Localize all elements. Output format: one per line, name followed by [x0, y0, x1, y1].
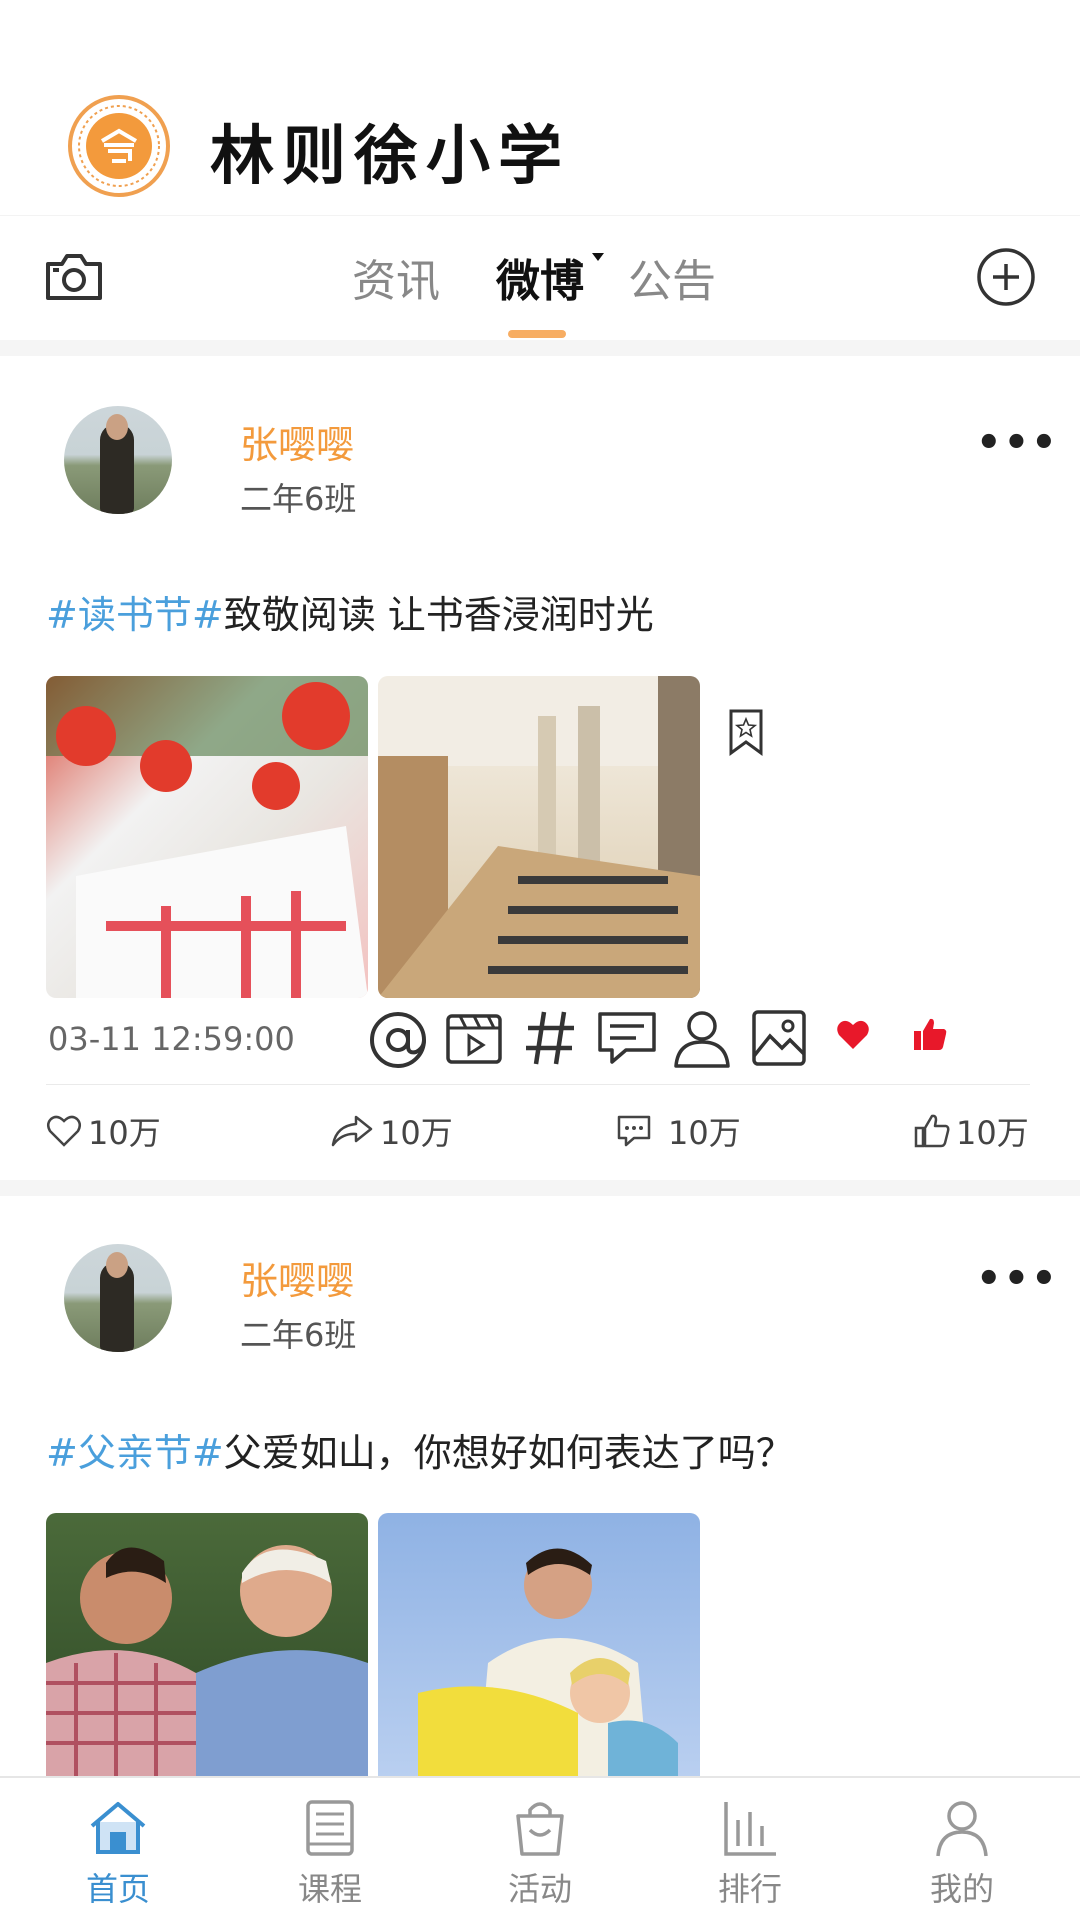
- more-options-button[interactable]: •••: [976, 1256, 1059, 1302]
- user-icon[interactable]: [672, 1008, 732, 1070]
- stats-divider: [46, 1084, 1030, 1085]
- post-content: #父亲节#父爱如山，你想好如何表达了吗？: [46, 1422, 794, 1477]
- nav-ranking[interactable]: 排行: [670, 1778, 830, 1920]
- hashtag-icon[interactable]: [522, 1008, 578, 1068]
- thumbs-up-filled-icon[interactable]: [912, 1016, 948, 1052]
- post-image[interactable]: [46, 676, 368, 998]
- nav-profile[interactable]: 我的: [882, 1778, 1042, 1920]
- comment-bubble-icon[interactable]: [596, 1008, 658, 1068]
- school-logo: [68, 95, 170, 197]
- profile-icon: [936, 1801, 988, 1857]
- nav-label: 活动: [507, 1870, 572, 1908]
- nav-label: 首页: [85, 1870, 150, 1908]
- dropdown-caret-icon[interactable]: [592, 253, 604, 261]
- post-card: 张嘤嘤 二年6班 ••• #父亲节#父爱如山，你想好如何表达了吗？: [0, 1196, 1080, 1776]
- post-author-class: 二年6班: [240, 480, 357, 518]
- post-hashtag[interactable]: #父亲节#: [46, 1431, 224, 1475]
- thumbs-count: 10万: [956, 1114, 1029, 1152]
- school-name: 林则徐小学: [210, 119, 570, 194]
- tab-weibo[interactable]: 微博: [496, 245, 584, 309]
- like-count: 10万: [88, 1114, 161, 1152]
- post-image[interactable]: [378, 1513, 700, 1776]
- camera-icon[interactable]: [44, 250, 104, 302]
- comment-icon: [617, 1115, 651, 1147]
- home-icon: [90, 1802, 146, 1854]
- post-content: #读书节#致敬阅读 让书香浸润时光: [46, 584, 654, 639]
- share-icon: [331, 1115, 373, 1147]
- share-stat[interactable]: 10万: [330, 1108, 453, 1154]
- bar-chart-icon: [724, 1802, 776, 1856]
- bookmark-icon[interactable]: [728, 708, 764, 756]
- heart-filled-icon[interactable]: [836, 1018, 870, 1052]
- add-icon[interactable]: [976, 247, 1036, 307]
- share-count: 10万: [380, 1114, 453, 1152]
- post-image[interactable]: [46, 1513, 368, 1776]
- nav-label: 课程: [297, 1870, 362, 1908]
- heart-icon: [47, 1115, 81, 1147]
- post-text: 父爱如山，你想好如何表达了吗？: [223, 1431, 794, 1475]
- section-divider: [0, 340, 1080, 356]
- mention-icon[interactable]: [366, 1008, 430, 1072]
- shopping-bag-icon: [516, 1802, 564, 1856]
- tab-notice[interactable]: 公告: [628, 245, 716, 309]
- post-time: 03-11 12:59:00: [48, 1020, 295, 1058]
- post-author-class: 二年6班: [240, 1316, 357, 1354]
- comment-count: 10万: [668, 1114, 741, 1152]
- avatar[interactable]: [64, 406, 172, 514]
- image-icon[interactable]: [750, 1008, 808, 1068]
- like-stat[interactable]: 10万: [46, 1108, 161, 1154]
- post-card: 张嘤嘤 二年6班 ••• #读书节#致敬阅读 让书香浸润时光 03-11 12:…: [0, 356, 1080, 1180]
- active-tab-indicator: [508, 330, 566, 338]
- nav-courses[interactable]: 课程: [250, 1778, 410, 1920]
- post-author[interactable]: 张嘤嘤: [240, 1250, 354, 1305]
- avatar[interactable]: [64, 1244, 172, 1352]
- post-author[interactable]: 张嘤嘤: [240, 414, 354, 469]
- post-hashtag[interactable]: #读书节#: [46, 593, 224, 637]
- post-text: 致敬阅读 让书香浸润时光: [223, 593, 654, 637]
- thumbs-up-icon: [914, 1114, 950, 1148]
- more-options-button[interactable]: •••: [976, 420, 1059, 466]
- book-icon: [306, 1800, 354, 1856]
- comment-stat[interactable]: 10万: [616, 1108, 741, 1154]
- post-action-toolbar: [366, 1008, 966, 1072]
- app-header: 林则徐小学: [0, 0, 1080, 215]
- tab-news[interactable]: 资讯: [352, 245, 440, 309]
- nav-label: 排行: [717, 1870, 782, 1908]
- video-icon[interactable]: [444, 1008, 504, 1068]
- nav-label: 我的: [929, 1870, 994, 1908]
- bottom-navigation: 首页 课程 活动 排行 我的: [0, 1776, 1080, 1920]
- post-image[interactable]: [378, 676, 700, 998]
- thumbs-stat[interactable]: 10万: [914, 1108, 1029, 1154]
- section-divider: [0, 1180, 1080, 1196]
- nav-home[interactable]: 首页: [38, 1778, 198, 1920]
- nav-activities[interactable]: 活动: [460, 1778, 620, 1920]
